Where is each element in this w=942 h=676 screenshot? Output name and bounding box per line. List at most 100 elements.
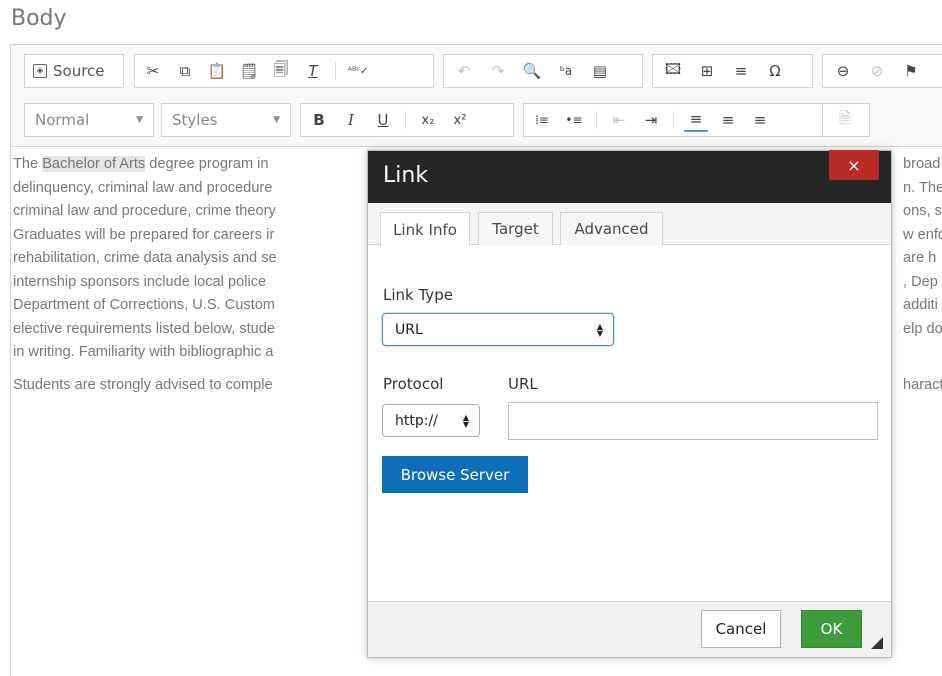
content-fragment: w enfo (903, 226, 942, 243)
body-field-label: Body (11, 6, 67, 31)
browse-server-button[interactable]: Browse Server (382, 456, 528, 493)
dialog-title-bar[interactable]: Link (368, 151, 891, 203)
cancel-label: Cancel (715, 620, 767, 638)
content-fragment: are h (903, 250, 937, 266)
browse-server-label: Browse Server (400, 465, 510, 484)
tab-label: Link Info (393, 220, 457, 239)
content-fragment: , Dep (903, 273, 938, 290)
paragraph-group: ⁞≡ •≡ ⇤ ⇥ ≡ ≡ ≡ (523, 103, 823, 137)
select-all-icon[interactable]: ▤ (588, 59, 612, 83)
link-type-select[interactable]: URL ▲ ▼ (382, 313, 614, 346)
content-line: criminal law and procedure, crime theory (13, 203, 276, 219)
content-fragment (903, 341, 942, 365)
cancel-button[interactable]: Cancel (701, 610, 781, 648)
outdent-icon[interactable]: ⇤ (607, 108, 631, 132)
underline-icon[interactable]: U (371, 108, 395, 132)
format-combo[interactable]: Normal ▼ (24, 103, 154, 137)
tab-link-info[interactable]: Link Info (380, 212, 470, 246)
link-type-label: Link Type (383, 286, 453, 304)
ok-label: OK (820, 620, 843, 638)
basic-style-group: B I U x₂ x² (300, 103, 514, 137)
separator (405, 111, 406, 129)
chevron-down-icon: ▼ (136, 115, 143, 125)
spellcheck-icon[interactable]: ᴬᴮᶜ✓ (346, 59, 370, 83)
content-line: internship sponsors include local police (13, 273, 267, 290)
paragraph-right-col: broad n. The ons, st w enfo are h , Dep … (903, 153, 942, 397)
separator (673, 111, 674, 129)
protocol-value: http:// (395, 412, 438, 429)
content-line: Students are strongly advised to comple (13, 376, 273, 393)
replace-icon[interactable]: ᵇa (554, 59, 578, 83)
content-line: Graduates will be prepared for careers i… (13, 226, 275, 243)
link-icon[interactable]: ⊖ (831, 59, 855, 83)
numbered-list-icon[interactable]: ⁞≡ (530, 108, 554, 132)
italic-icon[interactable]: I (339, 108, 363, 132)
paste-icon[interactable]: 📋 (205, 59, 229, 83)
superscript-icon[interactable]: x² (448, 108, 472, 132)
source-icon: ◈ (33, 64, 47, 78)
source-button[interactable]: ◈ Source (25, 62, 113, 80)
align-left-icon[interactable]: ≡ (684, 108, 708, 132)
content-fragment: ons, st (903, 203, 942, 219)
remove-format-icon[interactable]: T (301, 59, 325, 83)
close-button[interactable]: × (829, 150, 879, 180)
dialog-title: Link (383, 163, 429, 188)
subscript-icon[interactable]: x₂ (416, 108, 440, 132)
image-icon[interactable]: 🖾 (661, 59, 685, 83)
format-value: Normal (35, 111, 90, 129)
content-line: The Bachelor of Arts degree program in (13, 156, 269, 172)
horizontal-rule-icon[interactable]: ≡ (729, 59, 753, 83)
link-dialog: Link × Link Info Target Advanced Link Ty… (367, 150, 892, 658)
anchor-flag-icon[interactable]: ⚑ (899, 59, 923, 83)
content-fragment: broad (903, 156, 941, 172)
content-line: Department of Corrections, U.S. Custom (13, 297, 275, 313)
resize-handle-icon[interactable] (871, 637, 883, 649)
select-arrows-icon: ▲ ▼ (462, 412, 469, 429)
tab-advanced[interactable]: Advanced (560, 212, 663, 245)
paste-word-icon[interactable]: 🗐 (269, 59, 293, 83)
ok-button[interactable]: OK (801, 610, 862, 648)
content-line: rehabilitation, crime data analysis and … (13, 250, 277, 266)
paste-text-icon[interactable]: 🗒 (237, 59, 261, 83)
tab-label: Target (492, 220, 539, 238)
separator (596, 111, 597, 129)
find-icon[interactable]: 🔍 (520, 59, 544, 83)
url-label: URL (508, 375, 538, 393)
styles-value: Styles (172, 111, 218, 129)
tab-target[interactable]: Target (478, 212, 553, 245)
clipboard-group: ✂ ⧉ 📋 🗒 🗐 T ᴬᴮᶜ✓ (134, 54, 434, 88)
link-type-value: URL (395, 321, 423, 338)
content-fragment: elp do (903, 320, 942, 337)
special-char-icon[interactable]: Ω (763, 59, 787, 83)
unlink-icon[interactable]: ⊘ (865, 59, 889, 83)
url-input[interactable] (508, 402, 878, 440)
templates-group: 🗎 (822, 103, 870, 137)
source-label: Source (53, 62, 105, 80)
content-line: delinquency, criminal law and procedure (13, 179, 273, 196)
bold-icon[interactable]: B (307, 108, 331, 132)
align-center-icon[interactable]: ≡ (716, 108, 740, 132)
content-fragment: haract (903, 376, 942, 393)
indent-icon[interactable]: ⇥ (639, 108, 663, 132)
link-group: ⊖ ⊘ ⚑ (822, 54, 942, 88)
align-right-icon[interactable]: ≡ (748, 108, 772, 132)
redo-icon[interactable]: ↷ (486, 59, 510, 83)
templates-icon[interactable]: 🗎 (833, 108, 857, 132)
select-arrows-icon: ▲ ▼ (596, 321, 603, 338)
content-line: elective requirements listed below, stud… (13, 320, 276, 337)
copy-icon[interactable]: ⧉ (173, 59, 197, 83)
close-icon: × (847, 155, 861, 175)
cut-icon[interactable]: ✂ (141, 59, 165, 83)
undo-icon[interactable]: ↶ (452, 59, 476, 83)
protocol-select[interactable]: http:// ▲ ▼ (382, 404, 480, 437)
content-fragment: additi (903, 297, 938, 313)
insert-group: 🖾 ⊞ ≡ Ω (652, 54, 813, 88)
highlighted-text: Bachelor of Arts (42, 156, 146, 172)
chevron-down-icon: ▼ (273, 115, 280, 125)
paragraph-left-col: The Bachelor of Arts degree program in d… (13, 153, 277, 397)
table-icon[interactable]: ⊞ (695, 59, 719, 83)
bulleted-list-icon[interactable]: •≡ (562, 108, 586, 132)
styles-combo[interactable]: Styles ▼ (161, 103, 291, 137)
dialog-tabs: Link Info Target Advanced (368, 203, 891, 246)
protocol-label: Protocol (383, 375, 444, 393)
